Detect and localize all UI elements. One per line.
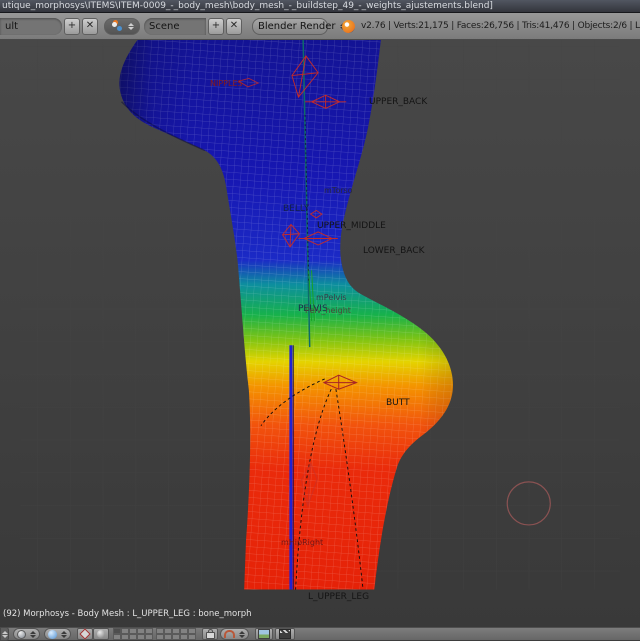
layer-button[interactable] [121, 634, 129, 640]
viewport-shading-dropdown[interactable] [13, 628, 40, 640]
scene-name-value: Scene [149, 20, 180, 32]
render-engine-value: Blender Render [258, 20, 336, 32]
layer-group-2 [156, 628, 196, 640]
close-layout-button[interactable]: ✕ [82, 17, 98, 35]
dropdown-arrows-icon [239, 630, 245, 638]
dropdown-arrows-icon [128, 22, 134, 30]
blender-logo-icon [342, 19, 355, 33]
close-icon: ✕ [85, 19, 95, 31]
datablock-icon [112, 21, 117, 27]
dropdown-arrows-icon [30, 630, 36, 638]
info-header: ult + ✕ Scene + ✕ Blender Render v2.76 |… [0, 13, 640, 40]
scene-name-field[interactable]: Scene [144, 17, 206, 35]
render-engine-dropdown[interactable]: Blender Render [252, 17, 346, 35]
mode-dropdown-fragment[interactable] [0, 627, 9, 641]
layer-button[interactable] [172, 634, 180, 640]
view3d-header [0, 627, 640, 641]
layer-button[interactable] [145, 634, 153, 640]
window-titlebar[interactable]: utique_morphosys\ITEMS\ITEM-0009_-_body_… [0, 0, 640, 13]
scene-statistics: v2.76 | Verts:21,175 | Faces:26,756 | Tr… [361, 21, 640, 31]
weight-paint-mesh [20, 40, 620, 590]
manipulator-toggle-button[interactable] [77, 628, 93, 640]
render-image-icon [258, 629, 270, 639]
snap-dropdown[interactable] [220, 628, 249, 640]
close-icon: ✕ [229, 19, 239, 31]
add-layout-button[interactable]: + [64, 17, 80, 35]
layer-button[interactable] [113, 634, 121, 640]
plus-icon: + [211, 19, 221, 31]
arrow-down-icon [1, 634, 8, 638]
manipulator-icon [79, 628, 91, 640]
layer-button[interactable] [137, 634, 145, 640]
screen-layout-value: ult [5, 20, 19, 32]
layer-button[interactable] [180, 634, 188, 640]
pivot-point-dropdown[interactable] [44, 628, 71, 640]
opengl-render-anim-button[interactable] [275, 628, 295, 640]
window-title: utique_morphosys\ITEMS\ITEM-0009_-_body_… [2, 1, 493, 11]
manipulator-mode-button[interactable] [93, 628, 109, 640]
scene-browse-dropdown[interactable] [104, 17, 140, 35]
screen-layout-field[interactable]: ult [0, 17, 62, 35]
plus-icon: + [67, 19, 77, 31]
clapperboard-icon [279, 629, 291, 639]
close-scene-button[interactable]: ✕ [226, 17, 242, 35]
lock-to-layers-button[interactable] [202, 628, 218, 640]
layers-widget [113, 628, 196, 640]
magnet-icon [224, 630, 235, 638]
arrow-up-icon [1, 630, 8, 634]
layer-button[interactable] [129, 634, 137, 640]
dropdown-arrows-icon [61, 630, 67, 638]
globe-icon [17, 629, 26, 639]
blender-window: { "window_title": "utique_morphosys\\ITE… [0, 0, 640, 641]
layer-button[interactable] [156, 634, 164, 640]
lock-icon [205, 628, 215, 639]
opengl-render-button[interactable] [255, 628, 273, 640]
3d-viewport[interactable] [0, 40, 640, 627]
layer-button[interactable] [188, 634, 196, 640]
rotate-manipulator-icon [97, 630, 105, 638]
layer-button[interactable] [164, 634, 172, 640]
add-scene-button[interactable]: + [208, 17, 224, 35]
sphere-icon [48, 629, 57, 639]
layer-group-1 [113, 628, 153, 640]
